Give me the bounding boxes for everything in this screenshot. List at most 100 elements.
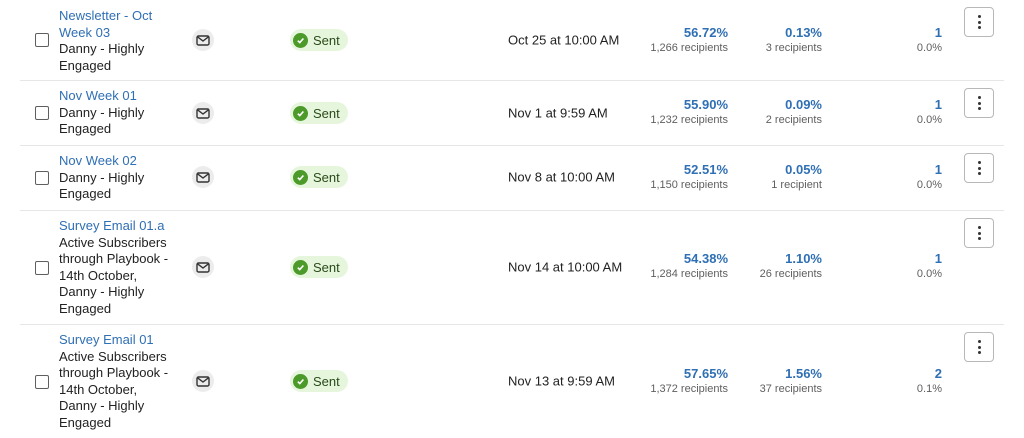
more-actions-button[interactable]	[964, 218, 994, 248]
open-rate-value[interactable]: 56.72%	[650, 24, 728, 41]
unsubscribe-rate: 0.0%	[916, 268, 942, 280]
row-checkbox[interactable]	[35, 106, 49, 120]
campaign-title-link[interactable]: Nov Week 01	[59, 88, 177, 105]
open-recipients: 1,372 recipients	[650, 383, 728, 395]
more-vertical-icon	[977, 226, 981, 240]
row-checkbox[interactable]	[35, 171, 49, 185]
send-date: Nov 14 at 10:00 AM	[508, 259, 623, 275]
more-actions-button[interactable]	[964, 153, 994, 183]
envelope-icon	[192, 166, 214, 188]
open-rate: 56.72% 1,266 recipients	[650, 24, 728, 56]
unsubscribe-stat: 1 0.0%	[917, 161, 942, 193]
envelope-icon	[192, 29, 214, 51]
click-recipients: 1 recipient	[771, 179, 822, 191]
open-rate: 54.38% 1,284 recipients	[650, 250, 728, 282]
campaign-name-cell: Survey Email 01.a Active Subscribers thr…	[59, 218, 177, 317]
campaign-table: Newsletter - Oct Week 03 Danny - Highly …	[0, 0, 1024, 438]
more-vertical-icon	[977, 15, 981, 29]
open-rate-value[interactable]: 55.90%	[650, 96, 728, 113]
status-badge: Sent	[290, 102, 348, 124]
check-circle-icon	[293, 105, 308, 121]
unsubscribe-count[interactable]: 1	[917, 161, 942, 178]
click-rate: 0.05% 1 recipient	[771, 161, 822, 193]
check-circle-icon	[293, 169, 308, 185]
check-circle-icon	[293, 373, 308, 389]
more-vertical-icon	[977, 161, 981, 175]
unsubscribe-stat: 1 0.0%	[917, 250, 942, 282]
click-rate: 0.09% 2 recipients	[766, 96, 822, 128]
table-row: Survey Email 01 Active Subscribers throu…	[20, 324, 1004, 438]
click-recipients: 2 recipients	[765, 114, 822, 126]
click-rate: 1.10% 26 recipients	[760, 250, 822, 282]
unsubscribe-count[interactable]: 1	[917, 250, 942, 267]
click-recipients: 3 recipients	[765, 42, 822, 54]
click-rate-value[interactable]: 0.13%	[766, 24, 822, 41]
unsubscribe-stat: 2 0.1%	[917, 365, 942, 397]
unsubscribe-rate: 0.0%	[916, 114, 942, 126]
open-rate-value[interactable]: 54.38%	[650, 250, 728, 267]
status-badge: Sent	[290, 29, 348, 51]
row-checkbox[interactable]	[35, 33, 49, 47]
click-rate-value[interactable]: 1.10%	[760, 250, 822, 267]
send-date: Oct 25 at 10:00 AM	[508, 32, 620, 48]
more-actions-button[interactable]	[964, 332, 994, 362]
status-label: Sent	[313, 169, 340, 185]
unsubscribe-stat: 1 0.0%	[917, 24, 942, 56]
click-rate-value[interactable]: 1.56%	[760, 365, 822, 382]
check-circle-icon	[293, 259, 308, 275]
status-label: Sent	[313, 105, 340, 121]
table-row: Nov Week 01 Danny - Highly Engaged Sent …	[20, 80, 1004, 146]
campaign-audience: Danny - Highly Engaged	[59, 104, 145, 137]
open-recipients: 1,284 recipients	[650, 268, 728, 280]
unsubscribe-count[interactable]: 1	[917, 96, 942, 113]
click-rate: 1.56% 37 recipients	[760, 365, 822, 397]
click-rate-value[interactable]: 0.05%	[771, 161, 822, 178]
envelope-icon	[192, 102, 214, 124]
table-row: Newsletter - Oct Week 03 Danny - Highly …	[20, 0, 1004, 81]
campaign-audience: Active Subscribers through Playbook - 14…	[59, 348, 169, 430]
open-rate: 55.90% 1,232 recipients	[650, 96, 728, 128]
campaign-title-link[interactable]: Survey Email 01	[59, 332, 177, 349]
open-rate: 57.65% 1,372 recipients	[650, 365, 728, 397]
campaign-name-cell: Newsletter - Oct Week 03 Danny - Highly …	[59, 8, 177, 74]
status-badge: Sent	[290, 370, 348, 392]
unsubscribe-count[interactable]: 1	[917, 24, 942, 41]
status-badge: Sent	[290, 166, 348, 188]
more-vertical-icon	[977, 96, 981, 110]
envelope-icon	[192, 256, 214, 278]
unsubscribe-rate: 0.1%	[916, 383, 942, 395]
unsubscribe-count[interactable]: 2	[917, 365, 942, 382]
row-checkbox[interactable]	[35, 261, 49, 275]
send-date: Nov 8 at 10:00 AM	[508, 169, 615, 185]
status-badge: Sent	[290, 256, 348, 278]
campaign-name-cell: Nov Week 02 Danny - Highly Engaged	[59, 153, 177, 203]
campaign-name-cell: Nov Week 01 Danny - Highly Engaged	[59, 88, 177, 138]
status-label: Sent	[313, 259, 340, 275]
click-rate: 0.13% 3 recipients	[766, 24, 822, 56]
more-actions-button[interactable]	[964, 88, 994, 118]
open-recipients: 1,266 recipients	[650, 42, 728, 54]
open-recipients: 1,232 recipients	[650, 114, 728, 126]
campaign-name-cell: Survey Email 01 Active Subscribers throu…	[59, 332, 177, 431]
campaign-title-link[interactable]: Nov Week 02	[59, 153, 177, 170]
status-label: Sent	[313, 373, 340, 389]
status-label: Sent	[313, 32, 340, 48]
unsubscribe-stat: 1 0.0%	[917, 96, 942, 128]
check-circle-icon	[293, 32, 308, 48]
unsubscribe-rate: 0.0%	[916, 179, 942, 191]
click-recipients: 37 recipients	[759, 383, 822, 395]
table-row: Survey Email 01.a Active Subscribers thr…	[20, 210, 1004, 325]
open-rate-value[interactable]: 57.65%	[650, 365, 728, 382]
campaign-title-link[interactable]: Newsletter - Oct Week 03	[59, 8, 177, 41]
send-date: Nov 1 at 9:59 AM	[508, 105, 608, 121]
more-vertical-icon	[977, 340, 981, 354]
campaign-title-link[interactable]: Survey Email 01.a	[59, 218, 177, 235]
campaign-audience: Active Subscribers through Playbook - 14…	[59, 234, 169, 316]
row-checkbox[interactable]	[35, 375, 49, 389]
click-rate-value[interactable]: 0.09%	[766, 96, 822, 113]
table-row: Nov Week 02 Danny - Highly Engaged Sent …	[20, 145, 1004, 211]
more-actions-button[interactable]	[964, 7, 994, 37]
open-rate-value[interactable]: 52.51%	[650, 161, 728, 178]
campaign-audience: Danny - Highly Engaged	[59, 41, 145, 73]
campaign-audience: Danny - Highly Engaged	[59, 169, 145, 202]
